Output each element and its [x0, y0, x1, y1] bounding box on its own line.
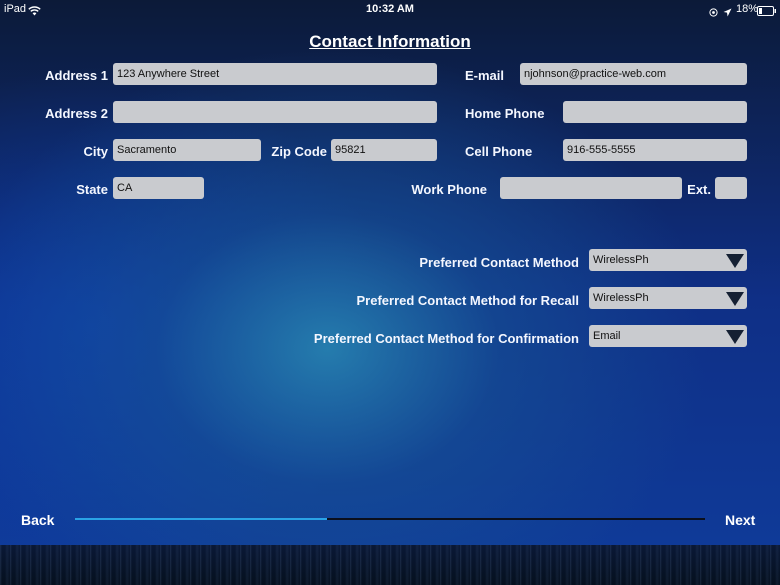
zip-field[interactable]: 95821 — [331, 139, 437, 161]
progress-fill — [75, 518, 327, 520]
state-field[interactable]: CA — [113, 177, 204, 199]
preferred-recall-select[interactable]: WirelessPh — [589, 287, 747, 309]
address2-label: Address 2 — [45, 106, 108, 121]
preferred-confirmation-select[interactable]: Email — [589, 325, 747, 347]
work-phone-field[interactable] — [500, 177, 682, 199]
address1-field[interactable]: 123 Anywhere Street — [113, 63, 437, 85]
location-arrow-icon — [723, 4, 732, 17]
home-phone-label: Home Phone — [465, 106, 545, 121]
preferred-recall-label: Preferred Contact Method for Recall — [356, 293, 580, 308]
preferred-confirmation-label: Preferred Contact Method for Confirmatio… — [313, 331, 579, 346]
page-title: Contact Information — [309, 32, 471, 51]
battery-icon — [757, 3, 777, 16]
preferred-contact-label: Preferred Contact Method — [419, 255, 579, 270]
preferred-confirmation-value: Email — [593, 330, 621, 342]
preferred-contact-value: WirelessPh — [593, 254, 649, 266]
home-phone-field[interactable] — [563, 101, 747, 123]
work-phone-label: Work Phone — [411, 182, 487, 197]
battery-percent: 18% — [736, 3, 759, 15]
cell-phone-field[interactable]: 916-555-5555 — [563, 139, 747, 161]
dropdown-arrow-icon[interactable] — [726, 254, 744, 268]
dropdown-arrow-icon[interactable] — [726, 292, 744, 306]
ext-field[interactable] — [715, 177, 747, 199]
preferred-recall-value: WirelessPh — [593, 292, 649, 304]
address2-field[interactable] — [113, 101, 437, 123]
progress-bar — [75, 518, 705, 520]
cell-phone-label: Cell Phone — [465, 144, 533, 159]
city-label: City — [83, 144, 108, 159]
preferred-contact-select[interactable]: WirelessPh — [589, 249, 747, 271]
ext-label: Ext. — [687, 182, 711, 197]
back-button[interactable]: Back — [21, 512, 54, 528]
location-lock-icon — [709, 4, 718, 17]
city-field[interactable]: Sacramento — [113, 139, 261, 161]
dropdown-arrow-icon[interactable] — [726, 330, 744, 344]
email-label: E-mail — [465, 68, 505, 83]
address1-label: Address 1 — [45, 68, 108, 83]
state-label: State — [76, 182, 108, 197]
email-field[interactable]: njohnson@practice-web.com — [520, 63, 747, 85]
zip-label: Zip Code — [271, 144, 327, 159]
background-floor — [0, 545, 780, 585]
app-screen: iPad 10:32 AM 18% Contact Information Ad… — [0, 0, 780, 545]
status-time: 10:32 AM — [366, 3, 414, 15]
next-button[interactable]: Next — [725, 512, 755, 528]
